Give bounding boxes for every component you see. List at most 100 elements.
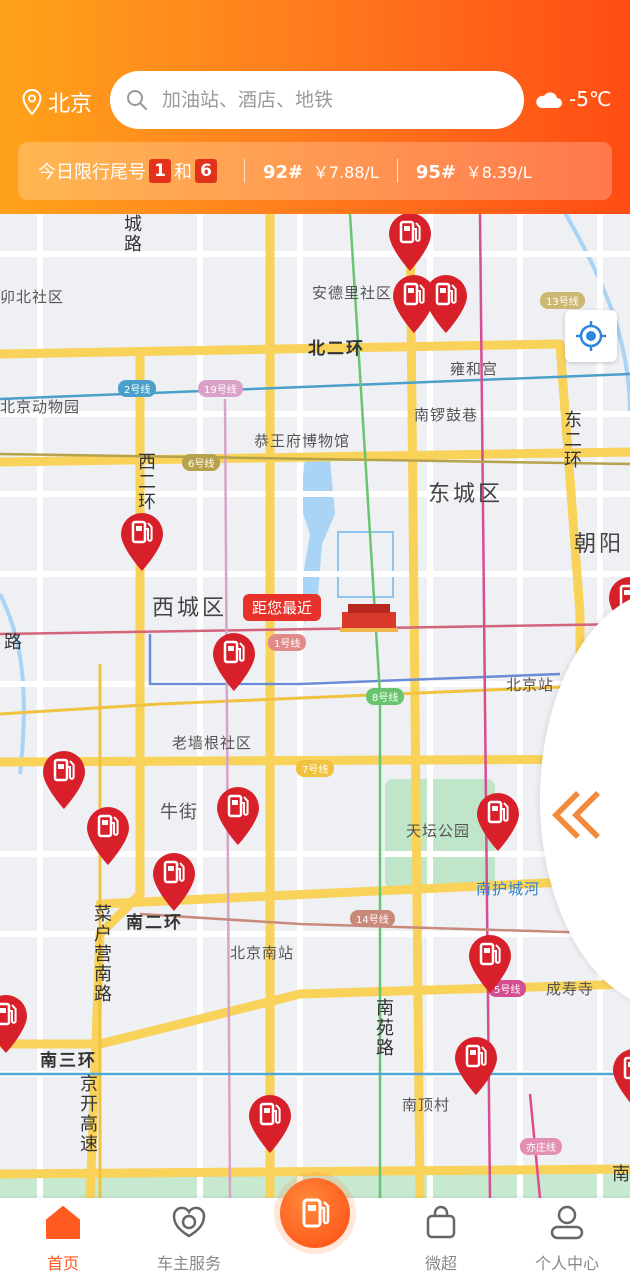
subway-line-tag: 1号线: [268, 634, 307, 651]
fuel-pump-icon: [425, 275, 467, 333]
city-name: 北京: [48, 92, 93, 117]
cloud-icon: [536, 92, 562, 108]
double-chevron-left-icon[interactable]: [550, 789, 602, 841]
place-label: 恭王府博物馆: [254, 432, 351, 450]
fuel-pump-icon: [43, 751, 85, 809]
divider: [396, 159, 398, 183]
road-label: 京开高速: [77, 1074, 98, 1154]
fuel-pump-icon: [217, 787, 259, 845]
gas-station-pin[interactable]: [422, 272, 470, 334]
gas-station-pin[interactable]: [214, 784, 262, 846]
shopping-bag-icon: [426, 1205, 456, 1239]
road-label: 南: [612, 1164, 630, 1185]
fuel-pump-icon: [613, 1049, 630, 1103]
subway-line-tag: 14号线: [350, 910, 395, 927]
fuel-pump-icon: [477, 793, 519, 851]
gas-station-pin[interactable]: [466, 932, 514, 994]
search-icon: [127, 90, 147, 110]
car-owner-icon: [172, 1206, 206, 1238]
tab-label: 车主服务: [156, 1254, 221, 1273]
tab-label: 个人中心: [534, 1254, 599, 1273]
fuel-pump-icon: [121, 513, 163, 571]
city-selector[interactable]: 北京: [22, 86, 92, 118]
place-label: 成寿寺: [546, 980, 595, 998]
road-label: 东二环: [561, 410, 582, 470]
subway-line-tag: 19号线: [198, 380, 243, 397]
gas-station-pin[interactable]: [474, 790, 522, 852]
gas-station-pin[interactable]: [386, 214, 434, 272]
place-label: 南锣鼓巷: [414, 406, 479, 424]
district-label: 东城区: [428, 482, 504, 507]
crosshair-icon: [576, 321, 606, 351]
price-95: 95# ￥8.39/L: [416, 159, 532, 183]
place-label: 南顶村: [402, 1096, 451, 1114]
fuel-pump-icon: [469, 935, 511, 993]
place-label: 雍和宫: [450, 360, 499, 378]
tab-mini-mart[interactable]: 微超: [386, 1198, 496, 1280]
gas-station-pin[interactable]: [0, 992, 30, 1054]
map-view[interactable]: 东城区 西城区 朝阳 安德里社区 雍和宫 北京动物园 恭王府博物馆 南锣鼓巷 老…: [0, 214, 630, 1198]
subway-line-tag: 8号线: [366, 688, 405, 705]
fuel-pump-icon: [249, 1095, 291, 1153]
gas-station-pin[interactable]: [84, 804, 132, 866]
road-label: 西二环: [135, 452, 156, 512]
limit-number: 6: [195, 159, 217, 183]
fuel-pump-icon: [213, 633, 255, 691]
place-label: 北京南站: [230, 944, 295, 962]
place-label: 南护城河: [476, 880, 541, 898]
gas-station-pin[interactable]: [150, 850, 198, 912]
subway-line-tag: 2号线: [118, 380, 157, 397]
road-label: 菜户营南路: [91, 904, 112, 1004]
subway-line-tag: 13号线: [540, 292, 585, 309]
road-label: 城路: [121, 214, 142, 254]
place-label: 安德里社区: [312, 284, 393, 302]
subway-line-tag: 亦庄线: [520, 1138, 562, 1155]
gas-station-pin[interactable]: [40, 748, 88, 810]
subway-line-tag: 7号线: [296, 760, 335, 777]
district-label: 朝阳: [574, 532, 625, 557]
place-label: 北京动物园: [0, 398, 81, 416]
road-label: 路: [4, 632, 23, 653]
divider: [244, 159, 245, 183]
place-label: 卯北社区: [0, 288, 65, 306]
district-label: 西城区: [152, 596, 228, 621]
place-label: 牛街: [160, 802, 198, 823]
limit-number: 1: [149, 159, 171, 183]
search-box[interactable]: [110, 71, 524, 129]
limit-label: 今日限行尾号: [38, 162, 146, 183]
locate-button[interactable]: [565, 310, 617, 362]
center-fuel-button[interactable]: [280, 1178, 350, 1248]
price-92: 92# ￥7.88/L: [263, 159, 379, 183]
info-bar: 今日限行尾号 1 和 6 92# ￥7.88/L 95# ￥8.39/L: [18, 142, 612, 200]
tab-car-owner-service[interactable]: 车主服务: [134, 1198, 244, 1280]
gas-station-pin[interactable]: [246, 1092, 294, 1154]
place-label: 天坛公园: [406, 822, 471, 840]
gas-station-pin[interactable]: [118, 510, 166, 572]
fuel-pump-icon: [0, 995, 27, 1053]
road-label: 南三环: [40, 1051, 97, 1071]
place-label: 老墙根社区: [172, 734, 253, 752]
tab-label: 微超: [424, 1254, 457, 1273]
gas-station-pin[interactable]: [210, 630, 258, 692]
place-label: 北京站: [506, 676, 555, 694]
tab-home[interactable]: 首页: [8, 1198, 118, 1280]
fuel-price: ￥8.39/L: [465, 163, 532, 182]
fuel-grade: 92#: [263, 162, 304, 183]
tab-profile[interactable]: 个人中心: [512, 1198, 622, 1280]
limit-and: 和: [174, 162, 192, 183]
profile-icon: [550, 1205, 584, 1240]
fuel-grade: 95#: [415, 162, 456, 183]
fuel-price: ￥7.88/L: [312, 163, 379, 182]
fuel-pump-icon: [87, 807, 129, 865]
search-input[interactable]: [160, 88, 494, 112]
fuel-pump-icon: [302, 1198, 330, 1228]
gas-station-pin[interactable]: [610, 1046, 630, 1108]
road-label: 南苑路: [373, 998, 394, 1058]
weather: -5℃: [533, 87, 611, 111]
nearest-tag: 距您最近: [243, 594, 322, 621]
road-label: 北二环: [308, 339, 365, 359]
fuel-pump-icon: [153, 853, 195, 911]
location-pin-icon: [22, 89, 42, 115]
gas-station-pin[interactable]: [452, 1034, 500, 1096]
subway-line-tag: 6号线: [182, 454, 221, 471]
